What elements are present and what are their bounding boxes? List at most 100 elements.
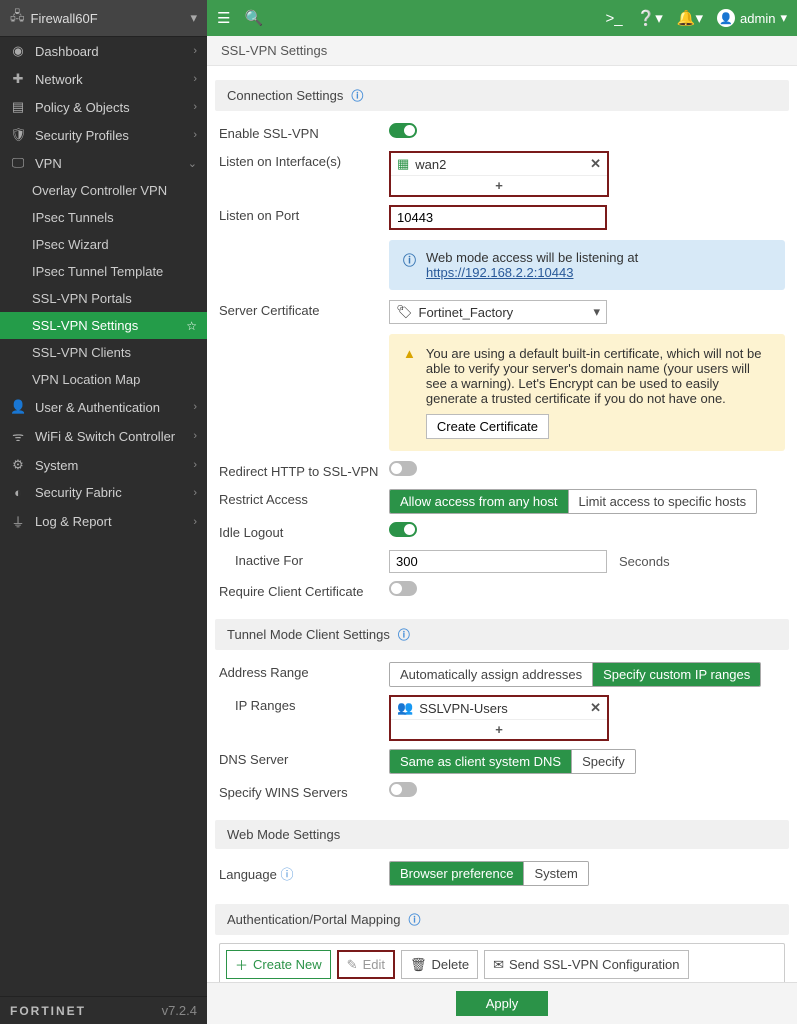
edit-button[interactable]: ✎Edit <box>337 950 395 979</box>
nav-policy[interactable]: ▤Policy & Objects› <box>0 93 207 121</box>
nav-vpn[interactable]: 🖵VPN⌄ <box>0 149 207 177</box>
nav-security[interactable]: 🛡Security Profiles› <box>0 121 207 149</box>
menu-icon[interactable]: ☰ <box>217 9 230 27</box>
gear-icon: ⚙ <box>10 457 26 473</box>
chevron-right-icon: › <box>193 430 197 442</box>
user-menu[interactable]: 👤 admin ▾ <box>717 9 787 27</box>
main-panel: ☰ 🔍 >_ ❔▾ 🔔▾ 👤 admin ▾ SSL-VPN Settings … <box>207 0 797 1024</box>
nav-vpn-ssl-clients[interactable]: SSL-VPN Clients <box>0 339 207 366</box>
dns-specify[interactable]: Specify <box>571 750 635 773</box>
nav-vpn-ssl-settings[interactable]: SSL-VPN Settings☆ <box>0 312 207 339</box>
cert-warning-box: ▲ You are using a default built-in certi… <box>389 334 785 451</box>
nav-vpn-ssl-portals[interactable]: SSL-VPN Portals <box>0 285 207 312</box>
addr-range-segment: Automatically assign addresses Specify c… <box>389 662 761 687</box>
info-icon[interactable]: ⓘ <box>280 867 293 882</box>
section-webmode: Web Mode Settings <box>215 820 789 849</box>
content-area: Connection Settingsⓘ Enable SSL-VPN List… <box>207 66 797 982</box>
label-server-cert: Server Certificate <box>219 300 389 318</box>
restrict-limit[interactable]: Limit access to specific hosts <box>568 490 757 513</box>
listen-port-input[interactable] <box>389 205 607 230</box>
label-redirect: Redirect HTTP to SSL-VPN <box>219 461 389 479</box>
create-cert-button[interactable]: Create Certificate <box>426 414 549 439</box>
chevron-right-icon: › <box>193 129 197 141</box>
nav-vpn-ipsec-wizard[interactable]: IPsec Wizard <box>0 231 207 258</box>
apply-button[interactable]: Apply <box>456 991 549 1016</box>
nav-vpn-location[interactable]: VPN Location Map <box>0 366 207 393</box>
create-new-button[interactable]: ＋Create New <box>226 950 331 979</box>
plus-icon: ＋ <box>235 955 248 974</box>
toggle-req-cert[interactable] <box>389 581 417 596</box>
add-iprange-button[interactable]: + <box>391 719 607 739</box>
nav-user-auth[interactable]: 👤User & Authentication› <box>0 393 207 421</box>
bell-icon[interactable]: 🔔▾ <box>677 9 703 27</box>
group-icon: 👥 <box>397 700 413 716</box>
username: admin <box>740 11 775 26</box>
dashboard-icon: ◉ <box>10 43 26 59</box>
restrict-allow-any[interactable]: Allow access from any host <box>390 490 568 513</box>
policy-icon: ▤ <box>10 99 26 115</box>
brand-logo: FORTINET <box>10 1004 86 1018</box>
pencil-icon: ✎ <box>347 957 358 973</box>
nav-dashboard[interactable]: ◉Dashboard› <box>0 37 207 65</box>
apply-bar: Apply <box>207 982 797 1024</box>
language-segment: Browser preference System <box>389 861 589 886</box>
auth-toolbar: ＋Create New ✎Edit 🗑Delete ✉Send SSL-VPN … <box>220 944 784 982</box>
toggle-enable-ssl[interactable] <box>389 123 417 138</box>
label-req-cert: Require Client Certificate <box>219 581 389 599</box>
device-name: Firewall60F <box>31 11 185 26</box>
search-icon[interactable]: 🔍 <box>244 9 263 27</box>
cli-icon[interactable]: >_ <box>606 10 623 27</box>
nav-vpn-overlay[interactable]: Overlay Controller VPN <box>0 177 207 204</box>
info-icon[interactable]: ⓘ <box>408 911 420 928</box>
lang-browser[interactable]: Browser preference <box>390 862 523 885</box>
toggle-wins[interactable] <box>389 782 417 797</box>
dns-same[interactable]: Same as client system DNS <box>390 750 571 773</box>
trash-icon: 🗑 <box>410 957 427 973</box>
listen-interface-input[interactable]: ▦wan2✕ + <box>389 151 609 197</box>
device-selector[interactable]: 🖧 Firewall60F ▾ <box>0 0 207 37</box>
label-idle: Idle Logout <box>219 522 389 540</box>
nav-vpn-ipsec-template[interactable]: IPsec Tunnel Template <box>0 258 207 285</box>
info-icon[interactable]: ⓘ <box>351 87 363 104</box>
info-icon: ⓘ <box>403 250 416 280</box>
nav-menu: ◉Dashboard› ✚Network› ▤Policy & Objects›… <box>0 37 207 996</box>
label-enable-ssl: Enable SSL-VPN <box>219 123 389 141</box>
info-icon[interactable]: ⓘ <box>398 626 410 643</box>
nav-network[interactable]: ✚Network› <box>0 65 207 93</box>
nav-system[interactable]: ⚙System› <box>0 451 207 479</box>
delete-button[interactable]: 🗑Delete <box>401 950 478 979</box>
auth-mapping-panel: ＋Create New ✎Edit 🗑Delete ✉Send SSL-VPN … <box>219 943 785 982</box>
chevron-down-icon: ⌄ <box>188 157 197 170</box>
remove-icon[interactable]: ✕ <box>590 700 601 716</box>
inactive-input[interactable] <box>389 550 607 573</box>
label-inactive: Inactive For <box>219 550 389 568</box>
version-label: v7.2.4 <box>162 1003 197 1018</box>
section-connection: Connection Settingsⓘ <box>215 80 789 111</box>
label-wins: Specify WINS Servers <box>219 782 389 800</box>
toggle-idle[interactable] <box>389 522 417 537</box>
nav-log[interactable]: ⏚Log & Report› <box>0 506 207 537</box>
server-cert-select[interactable]: 🏷 Fortinet_Factory ▾ <box>389 300 607 324</box>
addr-custom[interactable]: Specify custom IP ranges <box>592 663 760 686</box>
remove-icon[interactable]: ✕ <box>590 156 601 172</box>
nav-vpn-ipsec-tunnels[interactable]: IPsec Tunnels <box>0 204 207 231</box>
label-language: Language ⓘ <box>219 861 389 883</box>
lang-system[interactable]: System <box>523 862 587 885</box>
nav-wifi[interactable]: ᯤWiFi & Switch Controller› <box>0 421 207 451</box>
chevron-down-icon: ▾ <box>593 304 600 320</box>
chevron-down-icon: ▾ <box>780 10 787 26</box>
nav-fabric[interactable]: ◐Security Fabric› <box>0 479 207 506</box>
chevron-right-icon: › <box>193 401 197 413</box>
webmode-url-link[interactable]: https://192.168.2.2:10443 <box>426 265 573 280</box>
page-title: SSL-VPN Settings <box>207 36 797 66</box>
ip-ranges-input[interactable]: 👥SSLVPN-Users✕ + <box>389 695 609 741</box>
send-config-button[interactable]: ✉Send SSL-VPN Configuration <box>484 950 688 979</box>
addr-auto[interactable]: Automatically assign addresses <box>390 663 592 686</box>
warning-icon: ▲ <box>403 346 416 361</box>
toggle-redirect[interactable] <box>389 461 417 476</box>
shield-icon: 🛡 <box>10 127 26 143</box>
add-interface-button[interactable]: + <box>391 175 607 195</box>
help-icon[interactable]: ❔▾ <box>637 9 663 27</box>
sidebar: 🖧 Firewall60F ▾ ◉Dashboard› ✚Network› ▤P… <box>0 0 207 1024</box>
restrict-segment: Allow access from any host Limit access … <box>389 489 757 514</box>
